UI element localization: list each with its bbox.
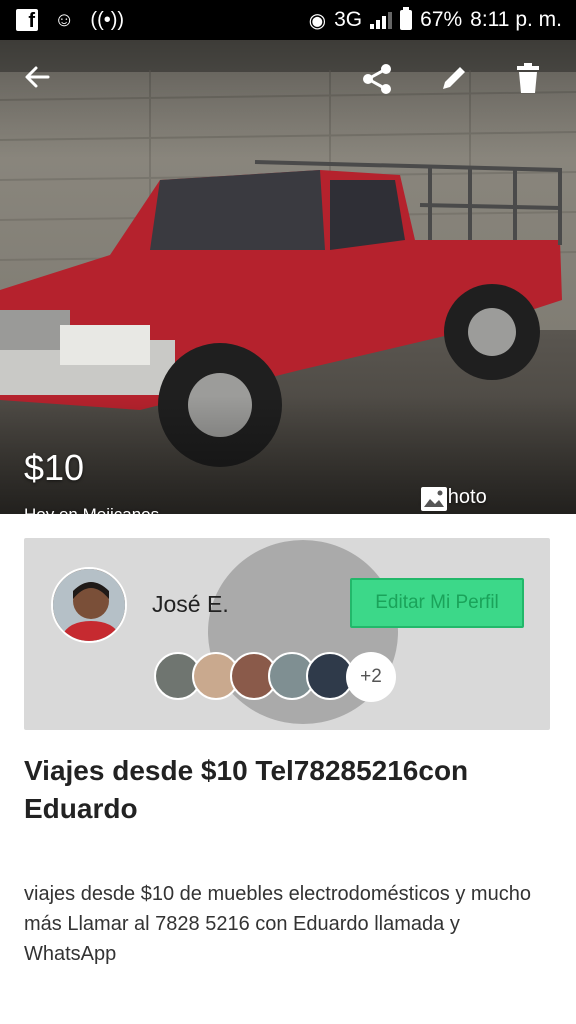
mutual-friends[interactable]: +2 bbox=[154, 652, 396, 702]
clock: 8:11 p. m. bbox=[470, 8, 562, 31]
photo-count[interactable]: 1 photo bbox=[420, 486, 487, 511]
avatar[interactable] bbox=[51, 567, 127, 643]
share-icon bbox=[363, 64, 391, 94]
status-bar: f ☺ ((•)) ◉ 3G 67% 8:11 p. m. bbox=[0, 0, 576, 40]
listing-description: viajes desde $10 de muebles electrodomés… bbox=[24, 883, 531, 965]
delete-button[interactable] bbox=[514, 62, 558, 106]
broadcast-icon: ((•)) bbox=[90, 8, 125, 31]
seller-name[interactable]: José E. bbox=[152, 591, 229, 618]
battery-percent: 67% bbox=[420, 8, 463, 31]
signal-icon bbox=[370, 11, 393, 29]
hotspot-icon: ◉ bbox=[308, 9, 327, 32]
network-type: 3G bbox=[334, 8, 363, 31]
battery-icon bbox=[400, 7, 413, 30]
trash-icon bbox=[517, 63, 539, 93]
back-arrow-icon bbox=[25, 66, 50, 88]
listing-posted: Hoy en Mejicanos bbox=[24, 505, 159, 514]
avatar-image bbox=[53, 569, 125, 641]
more-friends-badge[interactable]: +2 bbox=[346, 652, 396, 702]
photo-icon bbox=[421, 487, 447, 511]
listing-photo[interactable]: $10 Hoy en Mejicanos 1 photo bbox=[0, 40, 576, 514]
pencil-icon bbox=[443, 67, 465, 89]
share-button[interactable] bbox=[360, 62, 404, 106]
edit-button[interactable] bbox=[438, 62, 482, 106]
seller-card[interactable]: José E. Editar Mi Perfil +2 bbox=[24, 538, 550, 730]
listing-price: $10 bbox=[24, 447, 85, 488]
edit-profile-button[interactable]: Editar Mi Perfil bbox=[350, 578, 524, 628]
facebook-icon: f bbox=[16, 9, 38, 31]
back-button[interactable] bbox=[22, 62, 66, 106]
app-notification-icon: ☺ bbox=[54, 8, 75, 31]
listing-title: Viajes desde $10 Tel78285216con Eduardo bbox=[24, 755, 469, 824]
